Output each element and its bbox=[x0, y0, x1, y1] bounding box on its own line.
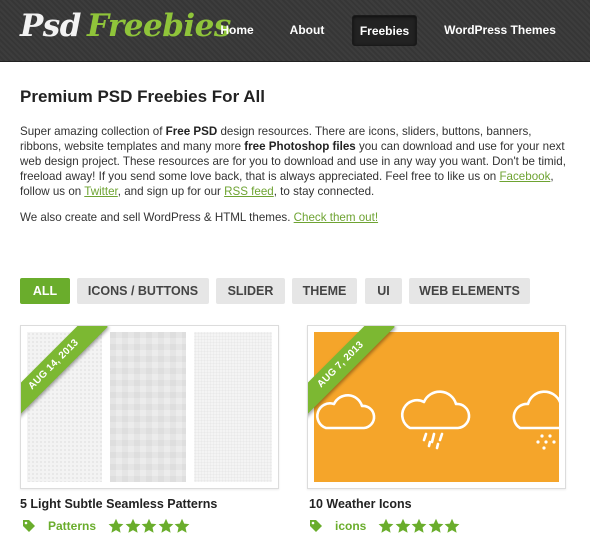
page-title: Premium PSD Freebies For All bbox=[20, 87, 265, 106]
filter-ui[interactable]: UI bbox=[365, 278, 402, 304]
filter-all[interactable]: ALL bbox=[20, 278, 70, 304]
cloud-icon bbox=[316, 394, 376, 430]
intro-text: Super amazing collection of bbox=[20, 125, 166, 138]
freebie-card-weather-icons[interactable]: AUG 7, 2013 bbox=[307, 325, 566, 489]
star-icon bbox=[174, 518, 190, 533]
star-icon bbox=[378, 518, 394, 533]
star-icon bbox=[108, 518, 124, 533]
star-icon bbox=[141, 518, 157, 533]
tag-icon bbox=[23, 520, 35, 532]
category-link[interactable]: Patterns bbox=[48, 519, 96, 533]
star-icon bbox=[428, 518, 444, 533]
card-meta: icons bbox=[309, 516, 461, 536]
facebook-link[interactable]: Facebook bbox=[499, 170, 550, 183]
themes-note: We also create and sell WordPress & HTML… bbox=[20, 211, 378, 224]
twitter-link[interactable]: Twitter bbox=[84, 185, 118, 198]
card-title[interactable]: 10 Weather Icons bbox=[309, 497, 412, 511]
intro-text: , to stay connected. bbox=[273, 185, 375, 198]
freebie-card-patterns[interactable]: AUG 14, 2013 bbox=[20, 325, 279, 489]
star-icon bbox=[444, 518, 460, 533]
rating-stars bbox=[378, 518, 461, 534]
pattern-swatch bbox=[194, 332, 272, 482]
nav-freebies[interactable]: Freebies bbox=[352, 15, 417, 46]
pattern-swatch bbox=[110, 332, 186, 482]
intro-bold: Free PSD bbox=[165, 125, 218, 138]
star-icon bbox=[125, 518, 140, 533]
filter-web-elements[interactable]: WEB ELEMENTS bbox=[409, 278, 530, 304]
filter-icons-buttons[interactable]: ICONS / BUTTONS bbox=[77, 278, 209, 304]
category-link[interactable]: icons bbox=[335, 519, 366, 533]
filter-slider[interactable]: SLIDER bbox=[216, 278, 285, 304]
card-meta: Patterns bbox=[22, 516, 191, 536]
cloud-snow-icon bbox=[512, 390, 559, 430]
rss-feed-link[interactable]: RSS feed bbox=[224, 185, 274, 198]
card-title[interactable]: 5 Light Subtle Seamless Patterns bbox=[20, 497, 217, 511]
check-themes-link[interactable]: Check them out! bbox=[294, 211, 378, 224]
intro-text: , and sign up for our bbox=[117, 185, 225, 198]
site-header: Psd Freebies Home About Freebies WordPres… bbox=[0, 0, 590, 62]
intro-bold: free Photoshop files bbox=[244, 140, 356, 153]
filter-theme[interactable]: THEME bbox=[292, 278, 357, 304]
site-logo[interactable]: Psd Freebies bbox=[20, 8, 231, 44]
intro-paragraph: Super amazing collection of Free PSD des… bbox=[20, 124, 570, 199]
cloud-rain-icon bbox=[400, 390, 471, 430]
logo-part1: Psd bbox=[20, 8, 81, 44]
nav-home[interactable]: Home bbox=[208, 15, 266, 46]
star-icon bbox=[411, 518, 427, 533]
nav-wordpress-themes[interactable]: WordPress Themes bbox=[432, 15, 568, 46]
star-icon bbox=[158, 518, 173, 533]
star-icon bbox=[395, 518, 411, 533]
rating-stars bbox=[108, 518, 191, 534]
tag-icon bbox=[310, 520, 322, 532]
themes-note-text: We also create and sell WordPress & HTML… bbox=[20, 211, 294, 224]
nav-about[interactable]: About bbox=[278, 15, 336, 46]
